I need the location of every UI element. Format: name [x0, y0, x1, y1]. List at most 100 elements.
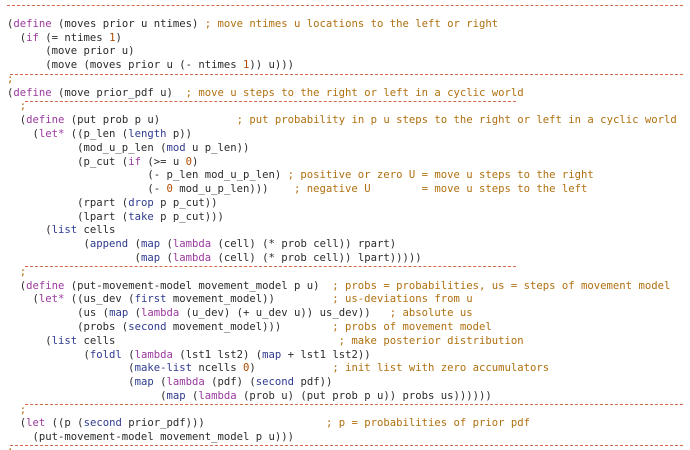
code-token: (lpart (: [7, 210, 129, 223]
comment-divider: [10, 74, 683, 75]
code-token: ; us-deviations from u: [332, 293, 473, 306]
code-token: (rpart (: [7, 196, 129, 209]
code-line: (append (map (lambda (cell) (* prob cell…: [7, 237, 397, 251]
code-token: (: [7, 362, 135, 375]
code-token: (: [7, 238, 90, 251]
code-token: (: [7, 279, 27, 292]
code-token: list: [51, 224, 78, 237]
code-token: second: [83, 417, 122, 430]
code-token: foldl: [89, 348, 122, 361]
code-token: map: [166, 389, 186, 402]
code-token: (: [121, 348, 135, 361]
code-token: define: [26, 114, 65, 127]
code-token: p p_cut)): [153, 196, 218, 209]
code-token: length: [128, 128, 167, 141]
code-token: let*: [38, 128, 65, 141]
code-token: define: [13, 17, 52, 30]
code-token: pdf)): [294, 376, 333, 389]
code-token: map: [140, 252, 161, 265]
code-token: (: [128, 307, 141, 320]
code-token: ; make posterior distribution: [338, 334, 524, 347]
code-token: (: [153, 376, 167, 389]
code-token: (: [128, 238, 141, 251]
code-token: (put-movement-model movement_model p u))…: [7, 431, 295, 444]
code-token: ;: [7, 403, 27, 416]
code-token: define: [13, 86, 52, 99]
code-token: ((p (: [45, 417, 84, 430]
code-token: mod: [166, 141, 186, 154]
code-line: (define (moves prior u ntimes) ; move nt…: [7, 17, 498, 31]
code-line: (let ((p (second prior_pdf))) ; p = prob…: [7, 416, 530, 430]
code-token: (u_dev) (+ u_dev u)) us_dev)): [179, 307, 390, 320]
code-token: lambda: [134, 348, 173, 361]
code-token: lambda: [166, 376, 205, 389]
code-token: define: [26, 279, 65, 292]
comment-divider: [25, 101, 516, 102]
code-token: (: [7, 348, 90, 361]
code-token: )) u))): [249, 59, 295, 72]
code-token: (put prob p u): [64, 114, 237, 127]
code-token: (p_cut (: [7, 155, 129, 168]
code-token: ): [115, 31, 122, 44]
code-token: ; negative U = move u steps to the left: [294, 183, 588, 196]
code-token: ((p_len (: [64, 128, 129, 141]
code-token: list: [51, 334, 78, 347]
code-token: (us (: [7, 307, 110, 320]
code-line: (us (map (lambda (u_dev) (+ u_dev u)) us…: [7, 306, 473, 320]
code-token: (mod_u_p_len (: [7, 141, 167, 154]
code-line: (- 0 mod_u_p_len))) ; negative U = move …: [7, 182, 587, 196]
code-line: (p_cut (if (>= u 0): [7, 155, 198, 169]
code-token: ; p = probabilities of prior pdf: [325, 417, 531, 430]
code-editor[interactable]: (define (moves prior u ntimes) ; move nt…: [0, 0, 690, 450]
code-token: second: [128, 320, 167, 333]
code-token: (: [7, 376, 135, 389]
code-token: second: [255, 376, 295, 389]
code-token: lambda: [140, 307, 180, 320]
code-line: (define (move prior_pdf u) ; move u step…: [7, 86, 524, 100]
code-token: ; probs of movement model: [332, 320, 492, 333]
code-token: if: [26, 31, 39, 44]
code-token: (: [7, 389, 167, 402]
code-token: (move prior_pdf u): [51, 86, 186, 99]
code-token: ; put probability in p u steps to the ri…: [236, 114, 677, 127]
code-token: if: [128, 155, 141, 168]
comment-divider: [7, 5, 683, 6]
code-token: first: [134, 293, 167, 306]
code-token: (>= u: [140, 155, 186, 168]
code-token: ; absolute us: [389, 307, 473, 320]
code-token: map: [109, 307, 129, 320]
code-line: (lpart (take p p_cut))): [7, 210, 224, 224]
comment-divider: [10, 445, 683, 446]
code-token: u p_len)): [185, 141, 250, 154]
code-token: (prob u) (put prob p u)) probs us)))))): [236, 389, 492, 402]
code-token: p p_cut))): [153, 210, 224, 223]
code-token: ncells: [191, 362, 243, 375]
code-token: ; probs = probabilities, us = steps of m…: [332, 279, 671, 292]
code-token: cells: [77, 224, 116, 237]
code-token: ): [249, 362, 333, 375]
code-token: + lst1 lst2)): [281, 348, 371, 361]
code-token: (: [160, 252, 173, 265]
code-token: append: [89, 238, 129, 251]
code-token: map: [262, 348, 282, 361]
code-token: mod_u_p_len))): [172, 183, 295, 196]
code-token: make-list: [134, 362, 192, 375]
code-line: (let* ((us_dev (first movement_model)) ;…: [7, 292, 473, 306]
code-line: (- p_len mod_u_p_len) ; positive or zero…: [7, 168, 593, 182]
code-token: (-: [7, 183, 167, 196]
code-token: (moves prior u ntimes): [51, 17, 205, 30]
code-token: lambda: [198, 389, 237, 402]
code-line: ;: [7, 403, 26, 417]
code-token: movement_model)): [166, 293, 333, 306]
code-token: movement_model))): [166, 320, 333, 333]
code-token: (: [7, 334, 52, 347]
code-line: (list cells ; make posterior distributio…: [7, 334, 524, 348]
code-line: (put-movement-model movement_model p u))…: [7, 430, 295, 444]
code-token: take: [128, 210, 154, 223]
code-token: (: [7, 293, 39, 306]
code-token: (= ntimes: [38, 31, 110, 44]
code-token: (: [185, 389, 199, 402]
code-token: (: [7, 252, 141, 265]
code-token: lambda: [172, 238, 212, 251]
code-token: lambda: [172, 252, 212, 265]
